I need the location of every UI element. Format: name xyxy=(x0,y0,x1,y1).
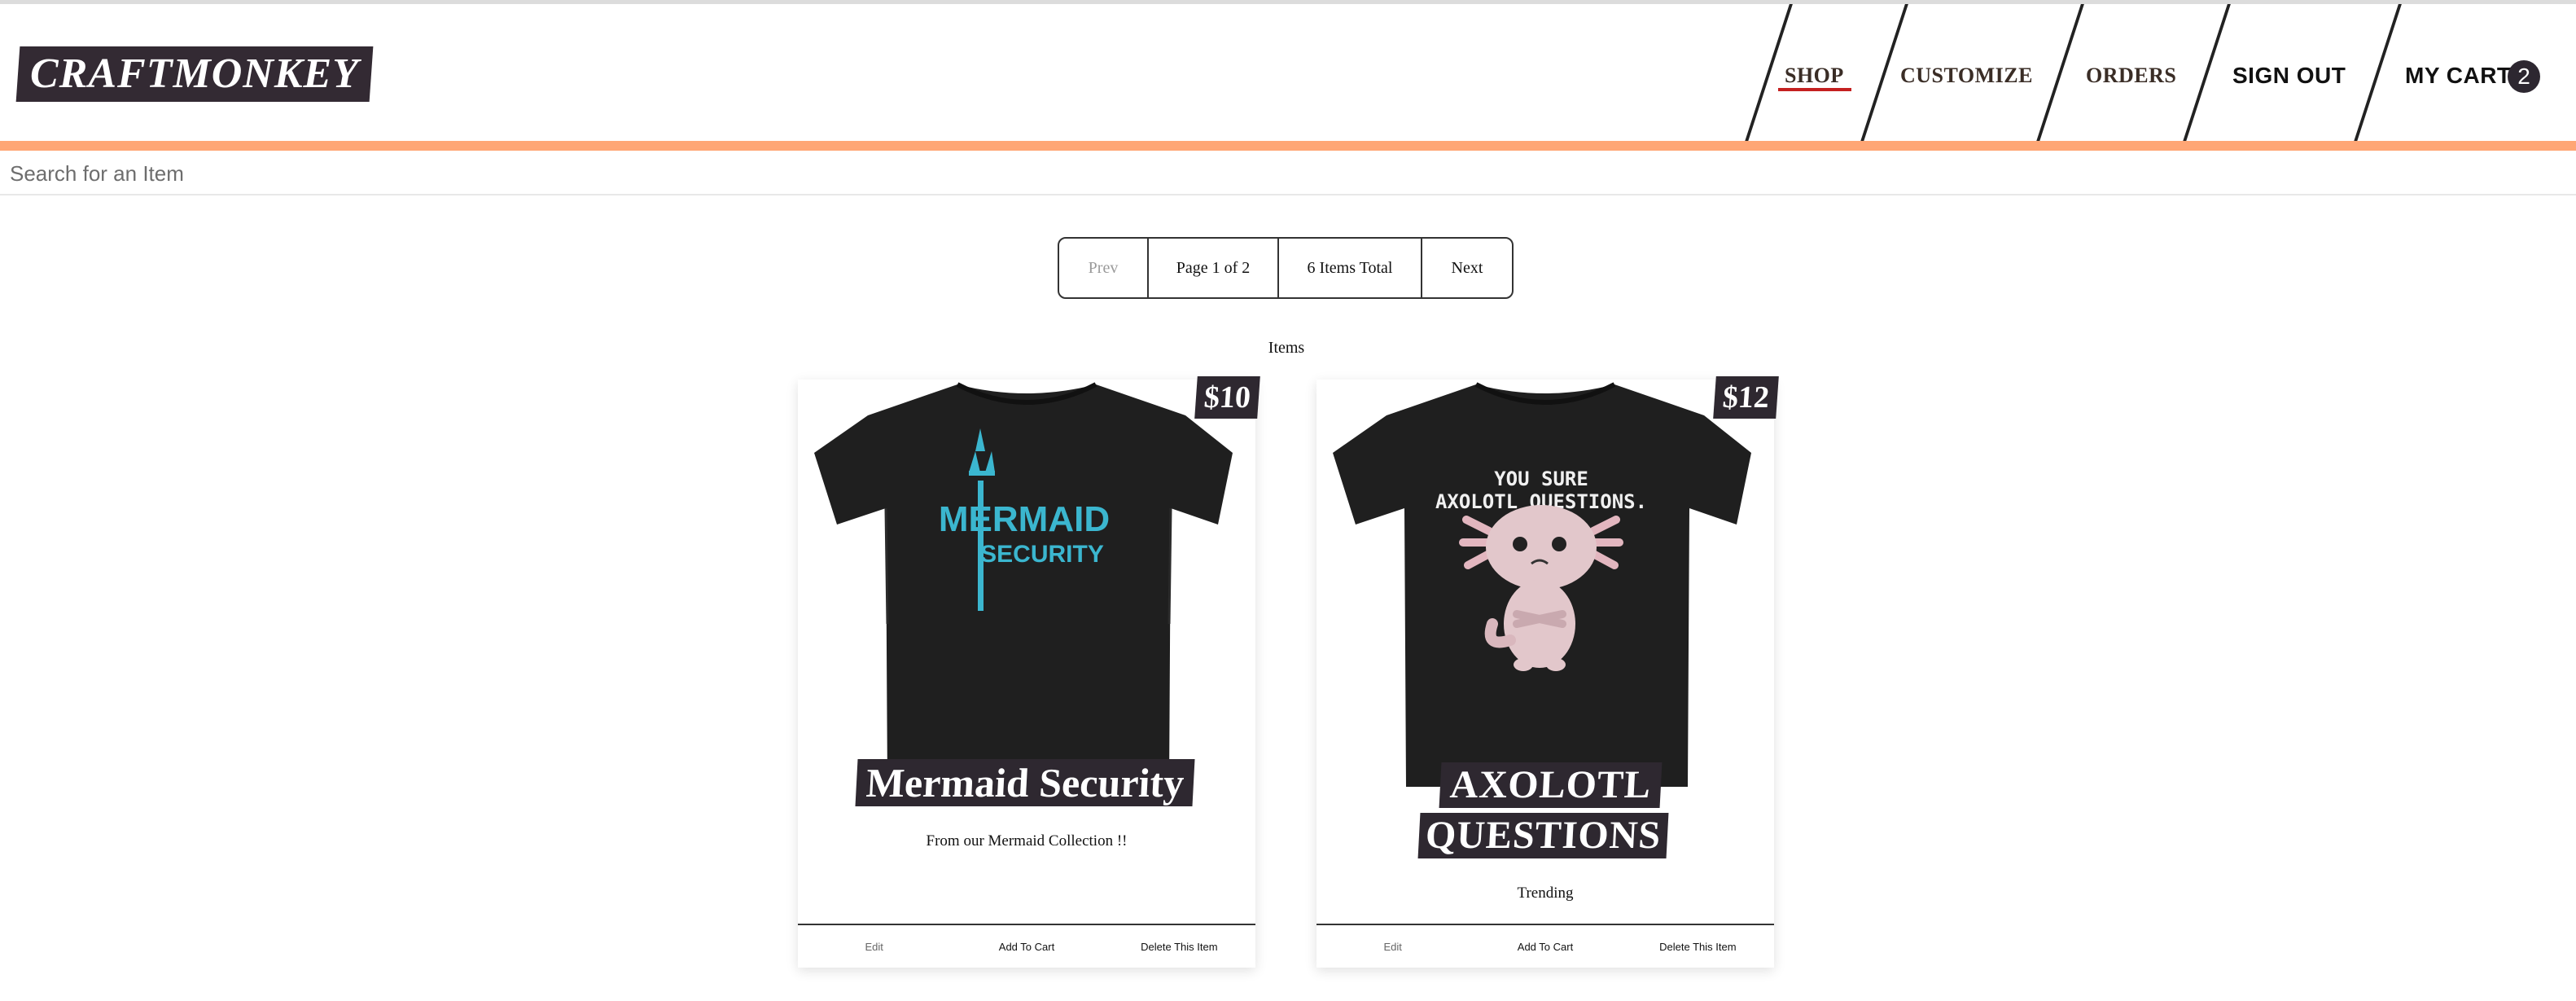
delete-item-button[interactable]: Delete This Item xyxy=(1622,941,1774,953)
page-indicator: Page 1 of 2 xyxy=(1149,239,1279,297)
product-title: Mermaid Security xyxy=(855,759,1195,806)
tshirt-image: MERMAID SECURITY xyxy=(814,382,1233,787)
brand-logo[interactable]: CRAFTMONKEY xyxy=(15,46,374,102)
items-heading: Items xyxy=(1268,339,1305,357)
site-header: CRAFTMONKEY SHOP CUSTOMIZE ORDERS SIGN O… xyxy=(0,4,2576,144)
cart-count-badge[interactable]: 2 xyxy=(2508,60,2540,93)
shirt-print-line1: YOU SURE xyxy=(1494,468,1588,490)
search-input[interactable] xyxy=(0,153,2576,195)
nav-divider xyxy=(2035,4,2084,144)
brand-logo-text: CRAFTMONKEY xyxy=(30,50,359,97)
product-description: From our Mermaid Collection !! xyxy=(926,832,1128,850)
edit-button[interactable]: Edit xyxy=(798,941,950,953)
product-title-line1: AXOLOTL xyxy=(1439,762,1663,808)
nav-customize[interactable]: CUSTOMIZE xyxy=(1900,59,2033,92)
items-total: 6 Items Total xyxy=(1279,239,1422,297)
nav-shop[interactable]: SHOP xyxy=(1785,59,1844,92)
add-to-cart-button[interactable]: Add To Cart xyxy=(950,941,1102,953)
active-nav-underline xyxy=(1778,88,1851,91)
tshirt-image: YOU SURE AXOLOTL QUESTIONS. xyxy=(1333,382,1751,787)
nav-divider xyxy=(2353,4,2402,144)
product-card[interactable]: MERMAID SECURITY $10 Mermaid Security Fr… xyxy=(798,376,1260,968)
pagination: Prev Page 1 of 2 6 Items Total Next xyxy=(1058,237,1514,299)
edit-button[interactable]: Edit xyxy=(1316,941,1469,953)
shirt-print-line1: MERMAID xyxy=(939,499,1110,539)
product-title-line2: QUESTIONS xyxy=(1417,813,1669,858)
header-accent-bar xyxy=(0,141,2576,151)
shirt-print-line2: SECURITY xyxy=(980,541,1104,568)
product-description: Trending xyxy=(1517,885,1574,902)
nav-divider xyxy=(2182,4,2231,144)
add-to-cart-button[interactable]: Add To Cart xyxy=(1469,941,1621,953)
price-tag: $12 xyxy=(1713,376,1779,419)
delete-item-button[interactable]: Delete This Item xyxy=(1103,941,1255,953)
nav-sign-out[interactable]: SIGN OUT xyxy=(2232,59,2346,92)
card-actions: Edit Add To Cart Delete This Item xyxy=(1316,924,1774,968)
nav-orders[interactable]: ORDERS xyxy=(2086,59,2176,92)
product-card[interactable]: YOU SURE AXOLOTL QUESTIONS. $12 AXOLOTL … xyxy=(1316,376,1779,968)
card-actions: Edit Add To Cart Delete This Item xyxy=(798,924,1255,968)
price-tag: $10 xyxy=(1194,376,1260,419)
prev-page-button[interactable]: Prev xyxy=(1059,239,1149,297)
nav-my-cart[interactable]: MY CART xyxy=(2405,59,2512,92)
next-page-button[interactable]: Next xyxy=(1422,239,1512,297)
